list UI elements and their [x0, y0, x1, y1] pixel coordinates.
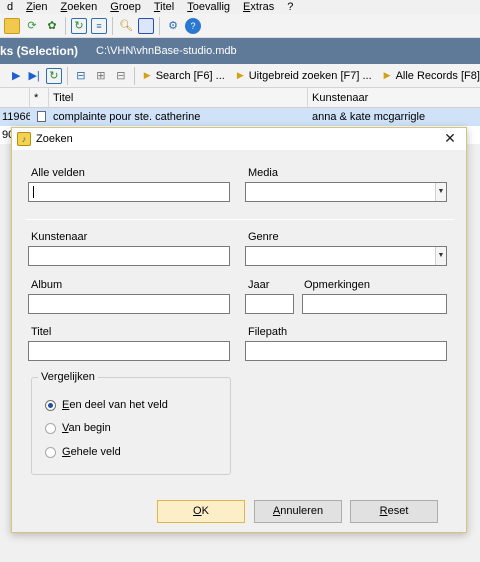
album-label: Album [31, 279, 63, 291]
album-textbox[interactable] [29, 295, 229, 313]
radio-button[interactable] [45, 447, 56, 458]
group-icon[interactable]: ⊟ [73, 68, 89, 84]
document-icon [33, 108, 47, 126]
kunstenaar-input[interactable] [28, 246, 230, 266]
toolbar-separator [66, 66, 68, 85]
grid-header-star[interactable]: * [30, 88, 49, 108]
titel-label: Titel [31, 326, 52, 338]
arrow-icon: ▶ [236, 70, 244, 80]
alle-velden-textbox[interactable] [29, 183, 229, 201]
chevron-down-icon[interactable]: ▼ [435, 247, 446, 265]
jaar-input[interactable] [245, 294, 294, 314]
search-dialog: ♪ Zoeken ✕ Alle velden Media ▼ Kunstenaa… [11, 127, 467, 533]
menu-item-zien[interactable]: Zien [19, 0, 53, 14]
dialog-title: Zoeken [36, 133, 73, 145]
refresh-icon[interactable]: ⟳ [24, 18, 40, 34]
divider [26, 219, 454, 220]
menu-item-extras[interactable]: Extras [236, 0, 280, 14]
document-title: ks (Selection) [0, 44, 79, 58]
menu-item-groep[interactable]: Groep [103, 0, 147, 14]
titel-textbox[interactable] [29, 342, 229, 360]
expand-icon[interactable]: ⊞ [93, 68, 109, 84]
alle-velden-input[interactable] [28, 182, 230, 202]
dialog-titlebar: ♪ Zoeken ✕ [12, 128, 466, 150]
chevron-down-icon[interactable]: ▼ [435, 183, 446, 201]
list-icon[interactable]: ≡ [91, 17, 107, 34]
close-icon[interactable]: ✕ [442, 130, 458, 146]
grid-header-id[interactable] [0, 88, 30, 108]
row-id: 11966 [2, 111, 30, 123]
main-toolbar: ⟳ ✿ ↻ ≡ 🔍︎ ⚙ ? [0, 14, 480, 38]
filepath-label: Filepath [248, 326, 288, 338]
opmerkingen-label: Opmerkingen [304, 279, 371, 291]
toolbar-separator [112, 16, 113, 35]
open-folder-icon[interactable] [4, 17, 20, 34]
record-toolbar: ▶ ▶| ↻ ⊟ ⊞ ⊟ ▶ Search [F6] ... ▶ Uitgebrei… [0, 64, 480, 88]
kunstenaar-textbox[interactable] [29, 247, 229, 265]
app-icon: ♪ [17, 132, 31, 146]
arrow-icon: ▶ [383, 70, 391, 80]
arrow-icon: ▶ [143, 70, 151, 80]
ok-button[interactable]: OK [157, 500, 245, 523]
titel-input[interactable] [28, 341, 230, 361]
next-record-icon[interactable]: ▶ [12, 69, 20, 82]
jaar-label: Jaar [248, 279, 270, 291]
radio-van-begin[interactable]: Van begin [45, 422, 111, 435]
grid-header: * Titel Kunstenaar [0, 88, 480, 108]
radio-button[interactable] [45, 423, 56, 434]
media-label: Media [248, 167, 278, 179]
kunstenaar-label: Kunstenaar [31, 231, 88, 243]
menu-item-zoeken[interactable]: Zoeken [54, 0, 104, 14]
jaar-textbox[interactable] [246, 295, 293, 313]
gear-icon[interactable]: ⚙ [165, 18, 181, 34]
menu-item-file[interactable]: d [0, 0, 19, 14]
alle-velden-label: Alle velden [31, 167, 85, 179]
last-record-icon[interactable]: ▶| [28, 69, 39, 82]
document-titlebar: ks (Selection) C:\VHN\vhnBase-studio.mdb [0, 38, 480, 64]
menu-item-toevallig[interactable]: Toevallig [180, 0, 236, 14]
filepath-textbox[interactable] [246, 342, 446, 360]
document-path: C:\VHN\vhnBase-studio.mdb [96, 45, 237, 57]
genre-dropdown[interactable]: ▼ [245, 246, 447, 266]
radio-gehele-veld[interactable]: Gehele veld [45, 446, 121, 459]
advanced-search-button[interactable]: ▶ Uitgebreid zoeken [F7] ... [237, 70, 372, 82]
opmerkingen-input[interactable] [302, 294, 447, 314]
row-titel: complainte pour ste. catherine [53, 111, 201, 123]
media-dropdown[interactable]: ▼ [245, 182, 447, 202]
table-row[interactable]: 11966 complainte pour ste. catherine ann… [0, 108, 480, 126]
radio-deel-van-veld[interactable]: Een deel van het veld [45, 399, 168, 412]
menu-item-help[interactable]: ? [280, 0, 299, 14]
toolbar-separator [65, 16, 66, 35]
menu-item-titel[interactable]: Titel [147, 0, 180, 14]
sync-icon[interactable]: ↻ [71, 17, 87, 34]
cancel-button[interactable]: Annuleren [254, 500, 342, 523]
search-button[interactable]: ▶ Search [F6] ... [144, 70, 225, 82]
collapse-icon[interactable]: ⊟ [113, 68, 129, 84]
menu-bar: d Zien Zoeken Groep Titel Toevallig Extr… [0, 0, 480, 14]
settings-icon[interactable]: ✿ [44, 18, 60, 34]
find-icon[interactable]: 🔍︎ [118, 18, 134, 34]
window-icon[interactable] [138, 17, 154, 34]
all-records-button[interactable]: ▶ Alle Records [F8] [384, 70, 480, 82]
help-icon[interactable]: ? [185, 17, 201, 34]
toolbar-separator [133, 66, 135, 85]
grid-header-titel[interactable]: Titel [49, 88, 308, 108]
compare-legend: Vergelijken [38, 371, 98, 384]
filepath-input[interactable] [245, 341, 447, 361]
reset-button[interactable]: Reset [350, 500, 438, 523]
row-kunstenaar: anna & kate mcgarrigle [312, 111, 426, 123]
radio-button-checked[interactable] [45, 400, 56, 411]
refresh-icon[interactable]: ↻ [45, 67, 62, 84]
toolbar-separator [159, 16, 160, 35]
genre-label: Genre [248, 231, 279, 243]
album-input[interactable] [28, 294, 230, 314]
compare-group: Vergelijken Een deel van het veld Van be… [31, 371, 231, 475]
opmerkingen-textbox[interactable] [303, 295, 446, 313]
grid-header-kunstenaar[interactable]: Kunstenaar [308, 88, 480, 108]
text-caret [33, 186, 34, 198]
